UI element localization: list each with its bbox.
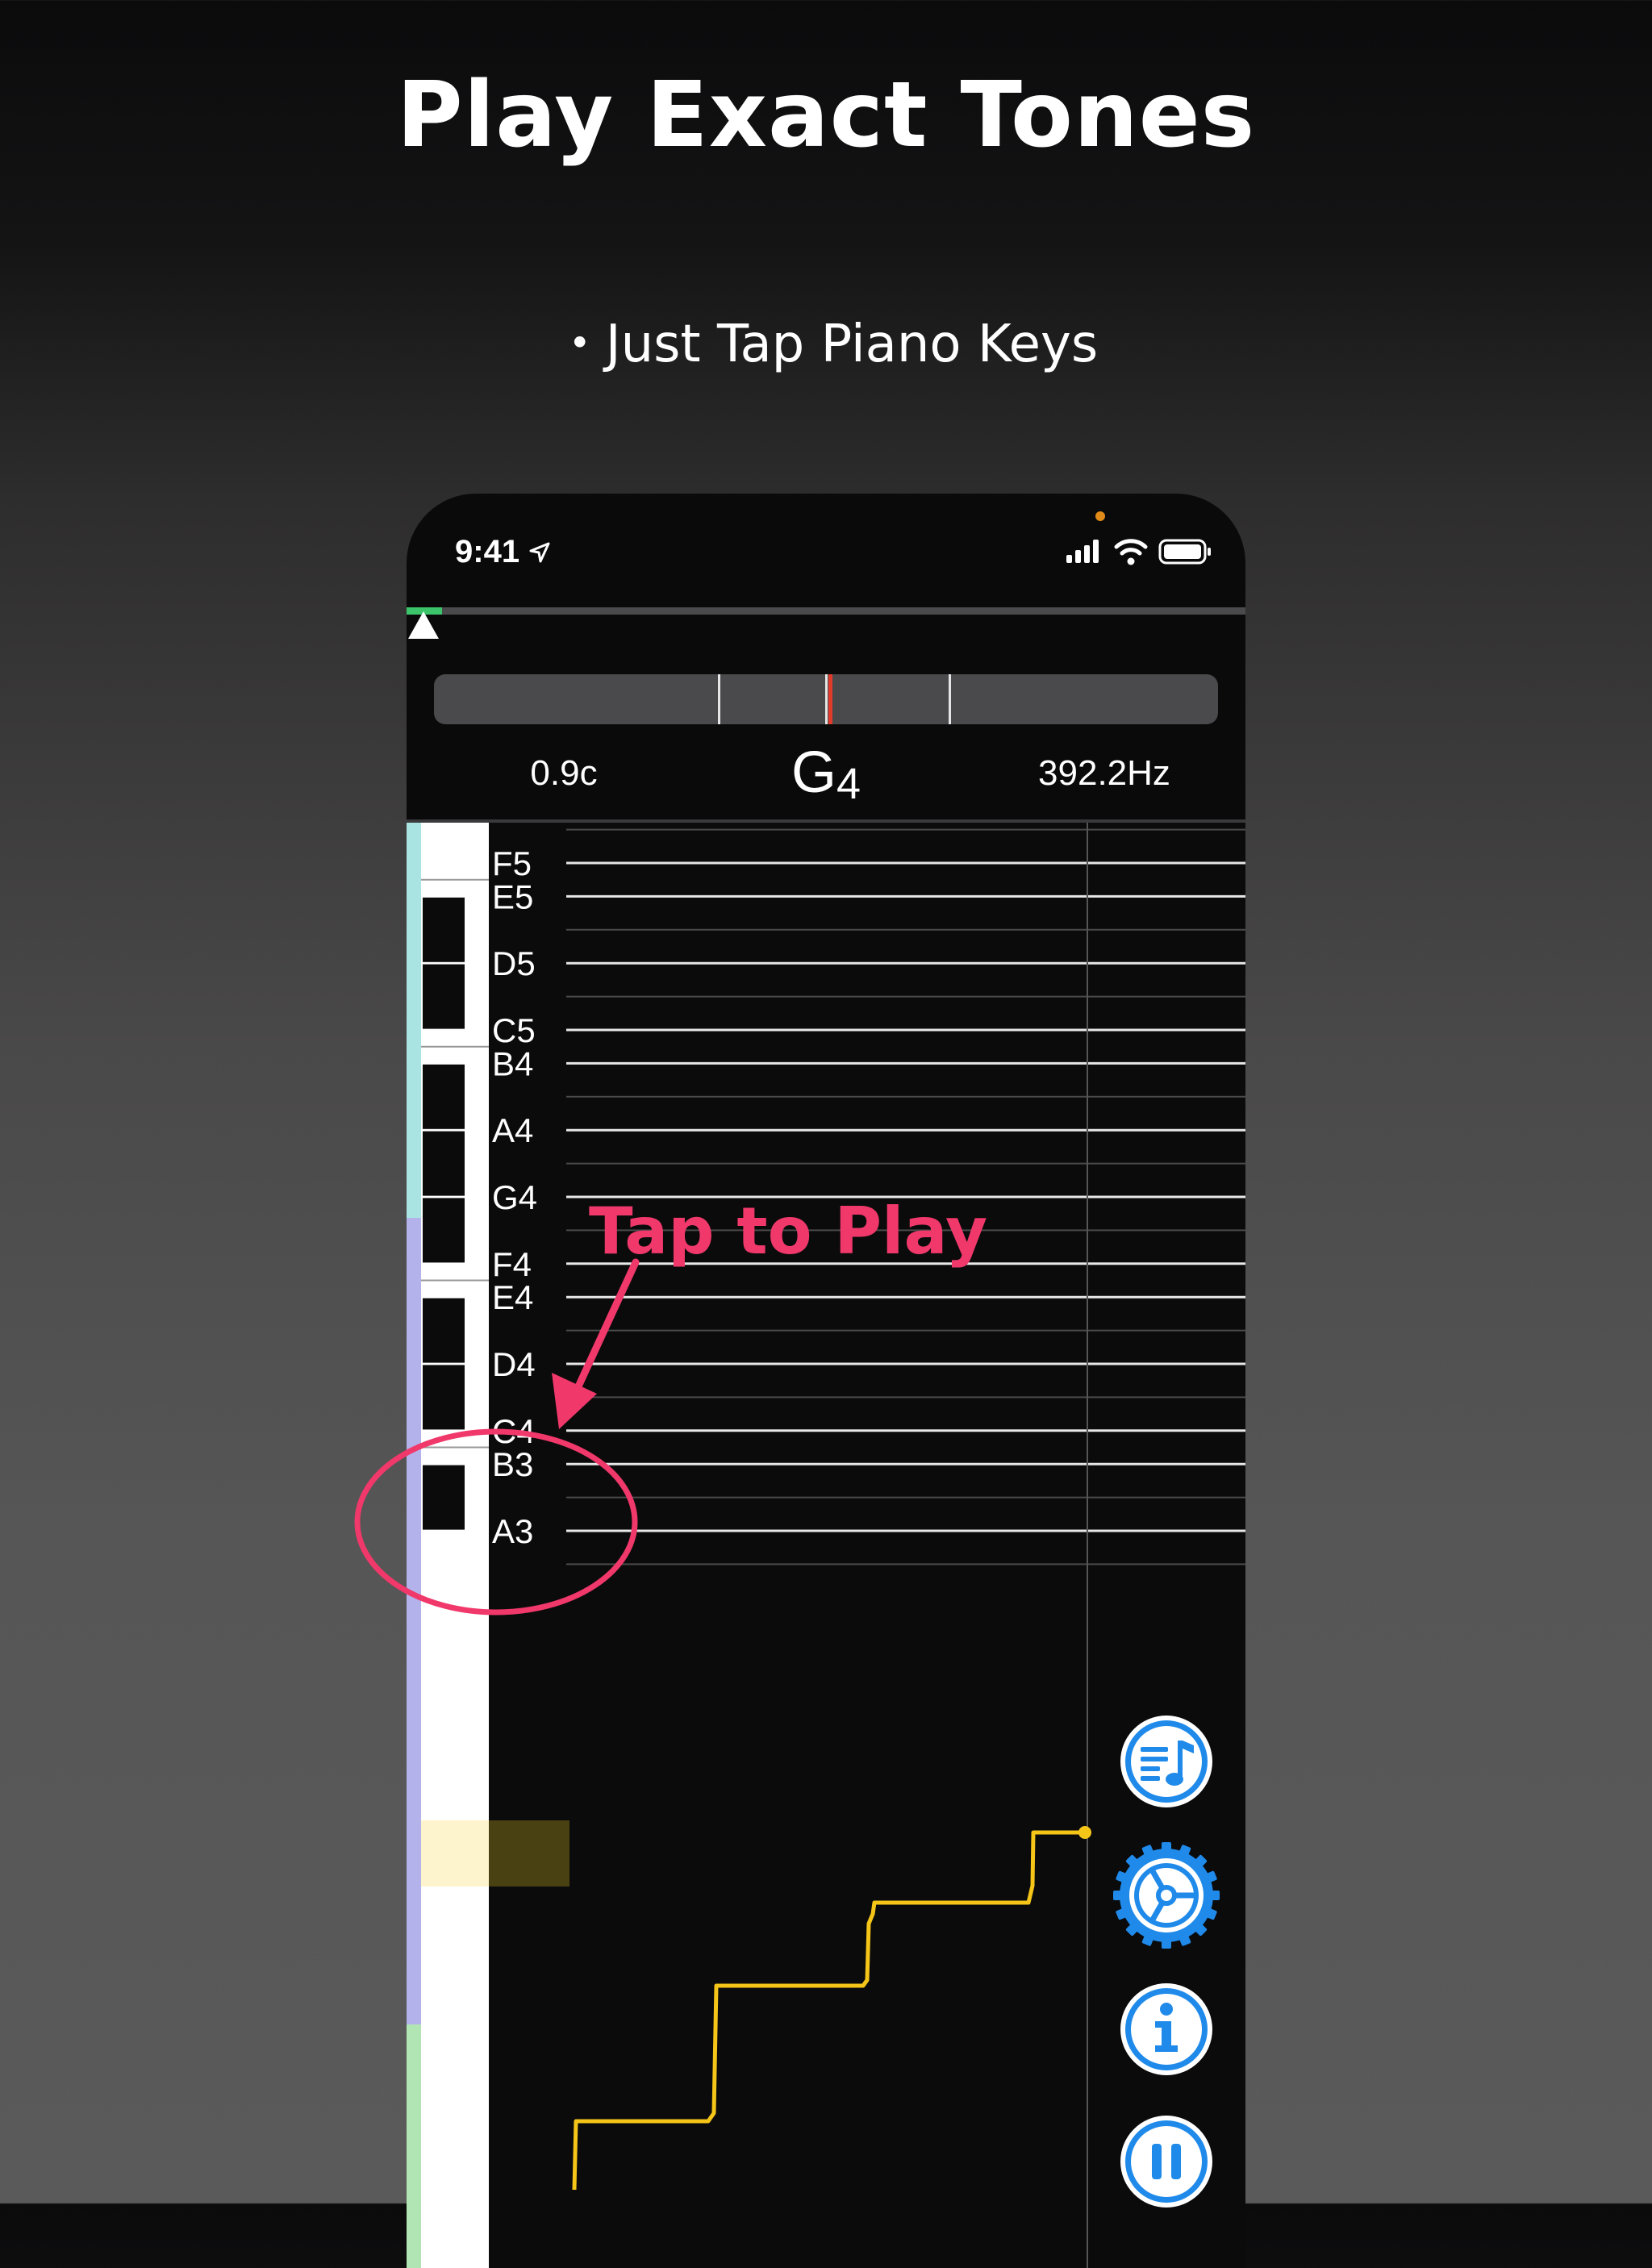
cents-readout: 0.9c: [530, 753, 598, 793]
note-label-b4[interactable]: B4: [492, 1044, 533, 1082]
battery-icon: [1158, 539, 1211, 565]
pause-button[interactable]: [1118, 2113, 1215, 2210]
note-label-e4[interactable]: E4: [492, 1278, 533, 1316]
note-label-f4[interactable]: F4: [492, 1245, 532, 1283]
playback-progress-track[interactable]: [407, 607, 1245, 615]
black-key[interactable]: [423, 897, 465, 962]
pause-icon: [1120, 2116, 1212, 2208]
promo-subline: ・Just Tap Piano Keys: [553, 315, 1099, 374]
highlighted-key-g4: [421, 1820, 489, 1887]
note-name: G: [791, 740, 836, 805]
pitch-trace-end-dot: [1078, 1826, 1091, 1839]
meter-tick-right: [949, 674, 951, 724]
playhead-handle[interactable]: [408, 611, 439, 639]
gear-tooth: [1113, 1891, 1124, 1900]
note-label-a3[interactable]: A3: [492, 1512, 533, 1550]
info-icon: [1120, 1983, 1212, 2075]
camera-indicator: [1095, 511, 1105, 521]
cents-meter: [434, 674, 1218, 724]
note-label-f5[interactable]: F5: [492, 844, 532, 882]
note-label-c5[interactable]: C5: [492, 1011, 536, 1049]
settings-button[interactable]: [1113, 1842, 1220, 1949]
octave-strip-4: [407, 1218, 421, 2024]
note-label-a4[interactable]: A4: [492, 1111, 533, 1149]
octave-strip-5: [407, 823, 421, 1218]
status-icons: [1066, 539, 1211, 565]
gear-tooth: [1162, 1842, 1171, 1853]
meter-pitch-indicator: [828, 674, 832, 724]
promo-headline: Play Exact Tones: [396, 63, 1256, 168]
black-key[interactable]: [423, 1298, 465, 1363]
note-label-d4[interactable]: D4: [492, 1345, 536, 1383]
note-label-c4[interactable]: C4: [492, 1412, 536, 1450]
note-label-e5[interactable]: E5: [492, 878, 533, 915]
black-key[interactable]: [423, 1131, 465, 1196]
meter-tick-left: [718, 674, 720, 724]
meter-tick-center: [825, 674, 828, 724]
playlist-button[interactable]: [1118, 1713, 1215, 1810]
octave-strip-3: [407, 2024, 421, 2268]
gear-tooth: [1208, 1891, 1220, 1900]
note-label-b3[interactable]: B3: [492, 1445, 533, 1483]
detected-note: G4: [761, 740, 891, 809]
note-label-d5[interactable]: D5: [492, 944, 536, 982]
location-arrow-icon: [529, 542, 550, 563]
black-key[interactable]: [423, 1365, 465, 1430]
tap-to-play-label: Tap to Play: [589, 1194, 988, 1269]
info-button[interactable]: [1118, 1981, 1215, 2078]
wifi-icon: [1114, 539, 1148, 565]
black-key[interactable]: [423, 1198, 465, 1263]
note-label-g4[interactable]: G4: [492, 1178, 537, 1216]
playlist-icon: [1120, 1716, 1212, 1807]
black-key[interactable]: [423, 964, 465, 1029]
black-key[interactable]: [423, 1465, 465, 1530]
gear-tooth: [1162, 1937, 1171, 1949]
settings-gear-icon: [1113, 1842, 1220, 1949]
signal-bars-icon: [1066, 540, 1099, 563]
frequency-readout: 392.2Hz: [1038, 753, 1170, 793]
highlighted-label-g4: [489, 1820, 569, 1887]
status-time: 9:41: [455, 534, 551, 570]
black-key[interactable]: [423, 1064, 465, 1129]
note-octave: 4: [836, 760, 861, 808]
